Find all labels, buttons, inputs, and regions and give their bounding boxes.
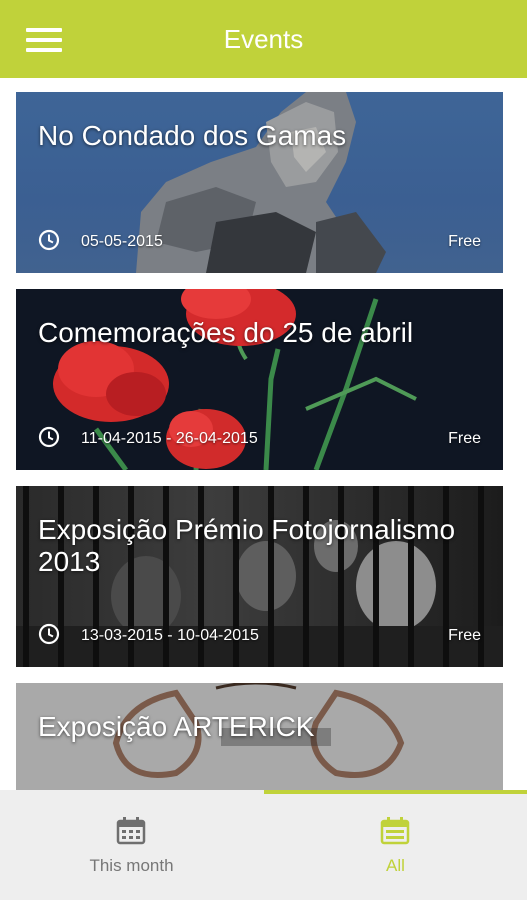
calendar-icon	[116, 817, 146, 845]
tab-label: This month	[89, 856, 174, 875]
event-card[interactable]: Comemorações do 25 de abril 11-04-2015 -…	[16, 289, 503, 470]
event-meta: 11-04-2015 - 26-04-2015 Free	[38, 426, 481, 450]
event-date: 11-04-2015 - 26-04-2015	[81, 430, 258, 447]
event-price: Free	[448, 233, 481, 250]
clock-icon	[38, 426, 60, 448]
bottom-navigation: This month All	[0, 790, 527, 900]
event-card[interactable]: Exposição Prémio Fotojornalismo 2013 13-…	[16, 486, 503, 667]
event-card[interactable]: No Condado dos Gamas 05-05-2015 Free	[16, 92, 503, 273]
event-title: Exposição Prémio Fotojornalismo 2013	[38, 514, 456, 577]
event-title: No Condado dos Gamas	[38, 120, 347, 151]
clock-icon	[38, 229, 60, 251]
events-list: No Condado dos Gamas 05-05-2015 Free Com…	[16, 92, 503, 880]
app-bar: Events	[0, 0, 527, 78]
event-price: Free	[448, 627, 481, 644]
event-title: Exposição ARTERICK	[38, 711, 315, 742]
tab-this-month[interactable]: This month	[0, 790, 263, 900]
clock-icon	[38, 623, 60, 645]
calendar-list-icon	[380, 817, 410, 845]
tab-all[interactable]: All	[264, 790, 527, 900]
tab-label: All	[386, 856, 405, 875]
page-title: Events	[223, 24, 304, 54]
event-date: 05-05-2015	[81, 233, 163, 250]
event-price: Free	[448, 430, 481, 447]
event-title: Comemorações do 25 de abril	[38, 317, 414, 348]
event-meta: 05-05-2015 Free	[38, 229, 481, 253]
event-meta: 13-03-2015 - 10-04-2015 Free	[38, 623, 481, 647]
event-date: 13-03-2015 - 10-04-2015	[81, 627, 259, 644]
